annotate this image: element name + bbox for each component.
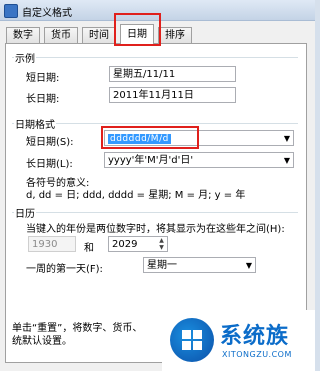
symbols-text: d, dd = 日; ddd, dddd = 星期; M = 月; y = 年 — [26, 190, 246, 201]
tab-currency[interactable]: 货币 — [44, 27, 78, 43]
windows-logo-icon — [170, 318, 214, 362]
chevron-down-icon[interactable]: ▼ — [246, 259, 252, 272]
short-date-highlight-box — [101, 126, 199, 149]
app-icon — [4, 4, 18, 18]
watermark: 系统族 XITONGZU.COM — [162, 310, 315, 371]
chevron-down-icon[interactable]: ▼ — [284, 132, 290, 145]
watermark-url: XITONGZU.COM — [222, 350, 292, 359]
formats-group-title: 日期格式 — [14, 116, 56, 131]
year-to-value[interactable]: 2029 — [112, 239, 137, 250]
year-from-field: 1930 — [28, 236, 76, 252]
first-day-value[interactable]: 星期一 — [147, 260, 177, 271]
example-short-value: 星期五/11/11 — [109, 66, 236, 82]
window-title: 自定义格式 — [22, 8, 72, 19]
tab-highlight-box — [114, 13, 161, 46]
examples-group-title: 示例 — [14, 50, 36, 65]
year-to-stepper[interactable]: 2029 ▲ ▼ — [108, 236, 168, 252]
example-short-label: 短日期: — [26, 73, 60, 84]
group-separator — [12, 212, 298, 213]
chevron-down-icon[interactable]: ▼ — [284, 154, 290, 167]
tab-time[interactable]: 时间 — [82, 27, 116, 43]
short-date-label: 短日期(S): — [26, 137, 74, 148]
example-long-label: 长日期: — [26, 94, 60, 105]
two-digit-year-description: 当键入的年份是两位数字时，将其显示为在这些年之间(H): — [26, 224, 285, 235]
watermark-brand: 系统族 — [220, 324, 290, 349]
and-label: 和 — [84, 243, 94, 254]
tab-number[interactable]: 数字 — [6, 27, 40, 43]
long-date-value[interactable]: yyyy'年'M'月'd'日' — [108, 155, 193, 166]
calendar-group-title: 日历 — [14, 205, 36, 220]
footer-line-2: 统默认设置。 — [12, 336, 72, 347]
long-date-combo[interactable]: yyyy'年'M'月'd'日' ▼ — [104, 152, 294, 168]
long-date-label: 长日期(L): — [26, 159, 73, 170]
spin-arrows-icon[interactable]: ▲ ▼ — [157, 237, 166, 251]
group-separator — [12, 57, 298, 58]
tab-sort[interactable]: 排序 — [158, 27, 192, 43]
first-day-label: 一周的第一天(F): — [26, 264, 103, 275]
example-long-value: 2011年11月11日 — [109, 87, 236, 103]
first-day-combo[interactable]: 星期一 ▼ — [143, 257, 256, 273]
